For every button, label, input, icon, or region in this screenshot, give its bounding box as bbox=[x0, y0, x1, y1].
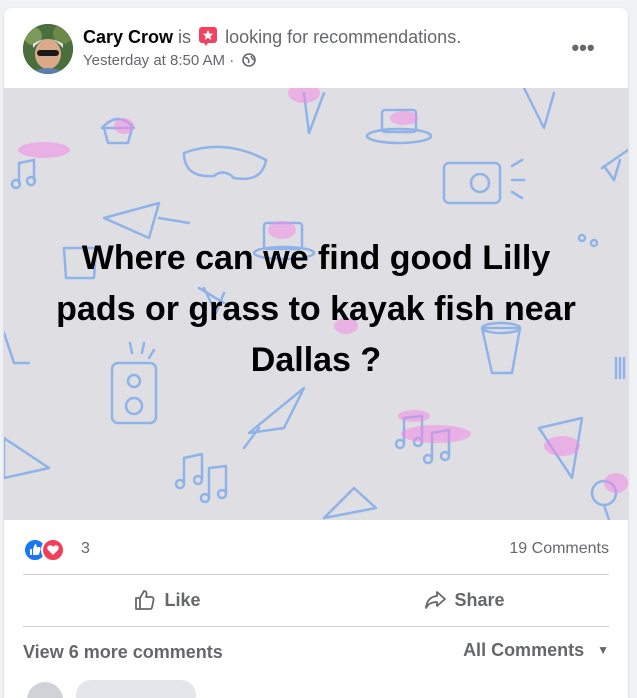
avatar[interactable] bbox=[23, 24, 73, 74]
divider bbox=[23, 626, 609, 627]
thumbs-up-icon bbox=[135, 590, 155, 610]
divider bbox=[23, 574, 609, 575]
activity-text: looking for recommendations. bbox=[225, 27, 462, 47]
comment-sort-label: All Comments bbox=[463, 640, 585, 660]
post-title-line: Cary Crow is looking for recommendations… bbox=[83, 26, 461, 48]
author-name[interactable]: Cary Crow bbox=[83, 27, 173, 47]
post-stats: 3 19 Comments bbox=[23, 532, 609, 570]
comment-avatar[interactable] bbox=[27, 682, 63, 698]
post-header: Cary Crow is looking for recommendations… bbox=[4, 8, 628, 88]
post-background: Where can we find good Lilly pads or gra… bbox=[4, 88, 628, 520]
share-label: Share bbox=[454, 589, 505, 610]
post-meta: Yesterday at 8:50 AM · bbox=[83, 52, 257, 69]
like-button[interactable]: Like bbox=[23, 580, 312, 620]
more-options-button[interactable]: ••• bbox=[565, 30, 601, 66]
like-label: Like bbox=[164, 589, 201, 610]
more-horizontal-icon: ••• bbox=[571, 35, 595, 60]
post-text: Where can we find good Lilly pads or gra… bbox=[56, 239, 576, 379]
love-reaction-icon bbox=[41, 538, 65, 562]
post-actions: Like Share bbox=[23, 576, 609, 626]
share-button[interactable]: Share bbox=[320, 580, 609, 620]
reaction-icons[interactable] bbox=[23, 538, 73, 562]
post-timestamp[interactable]: Yesterday at 8:50 AM · bbox=[83, 52, 234, 69]
comments-bar: View 6 more comments All Comments ▼ bbox=[23, 636, 609, 676]
share-arrow-icon bbox=[425, 591, 447, 609]
comments-count[interactable]: 19 Comments bbox=[509, 540, 609, 558]
reaction-count[interactable]: 3 bbox=[81, 540, 90, 558]
caret-down-icon: ▼ bbox=[597, 643, 609, 657]
comment-bubble bbox=[76, 680, 196, 698]
globe-icon[interactable] bbox=[242, 53, 257, 67]
is-text: is bbox=[178, 27, 192, 47]
post-card: Cary Crow is looking for recommendations… bbox=[4, 8, 628, 698]
comment-sort-dropdown[interactable]: All Comments ▼ bbox=[463, 640, 609, 661]
recommendation-star-icon bbox=[199, 27, 218, 46]
view-more-comments-link[interactable]: View 6 more comments bbox=[23, 642, 223, 663]
